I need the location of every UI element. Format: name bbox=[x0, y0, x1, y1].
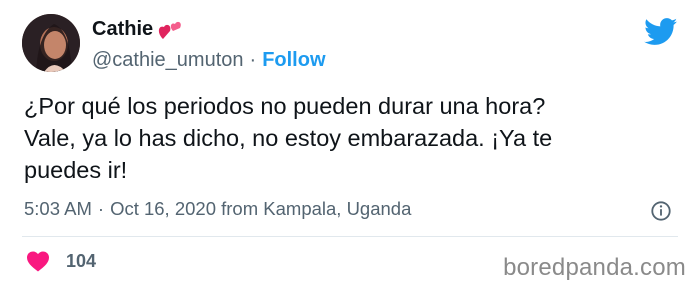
author-handle[interactable]: @cathie_umuton bbox=[92, 49, 244, 72]
twitter-bird-icon[interactable] bbox=[644, 18, 678, 46]
author-handle-row: @cathie_umuton · Follow bbox=[92, 49, 326, 72]
tweet-date-location[interactable]: Oct 16, 2020 from Kampala, Uganda bbox=[110, 198, 411, 220]
tweet-time[interactable]: 5:03 AM bbox=[24, 198, 92, 220]
engagement-row: 104 bbox=[26, 250, 96, 272]
separator-dot: · bbox=[249, 49, 257, 71]
author-name-row: Cathie bbox=[92, 18, 183, 41]
watermark: boredpanda.com bbox=[503, 254, 686, 281]
like-count: 104 bbox=[66, 250, 97, 271]
author-display-name[interactable]: Cathie bbox=[92, 18, 153, 41]
avatar-photo bbox=[22, 14, 80, 72]
tweet-metadata: 5:03 AM · Oct 16, 2020 from Kampala, Uga… bbox=[24, 198, 411, 220]
meta-separator: · bbox=[97, 198, 105, 219]
divider bbox=[22, 236, 678, 237]
tweet-text: ¿Por qué los periodos no pueden durar un… bbox=[24, 93, 553, 183]
info-icon[interactable] bbox=[650, 200, 672, 222]
hearts-emoji bbox=[159, 21, 181, 39]
follow-button[interactable]: Follow bbox=[262, 49, 325, 72]
avatar[interactable] bbox=[22, 14, 80, 72]
heart-icon[interactable] bbox=[26, 250, 50, 272]
